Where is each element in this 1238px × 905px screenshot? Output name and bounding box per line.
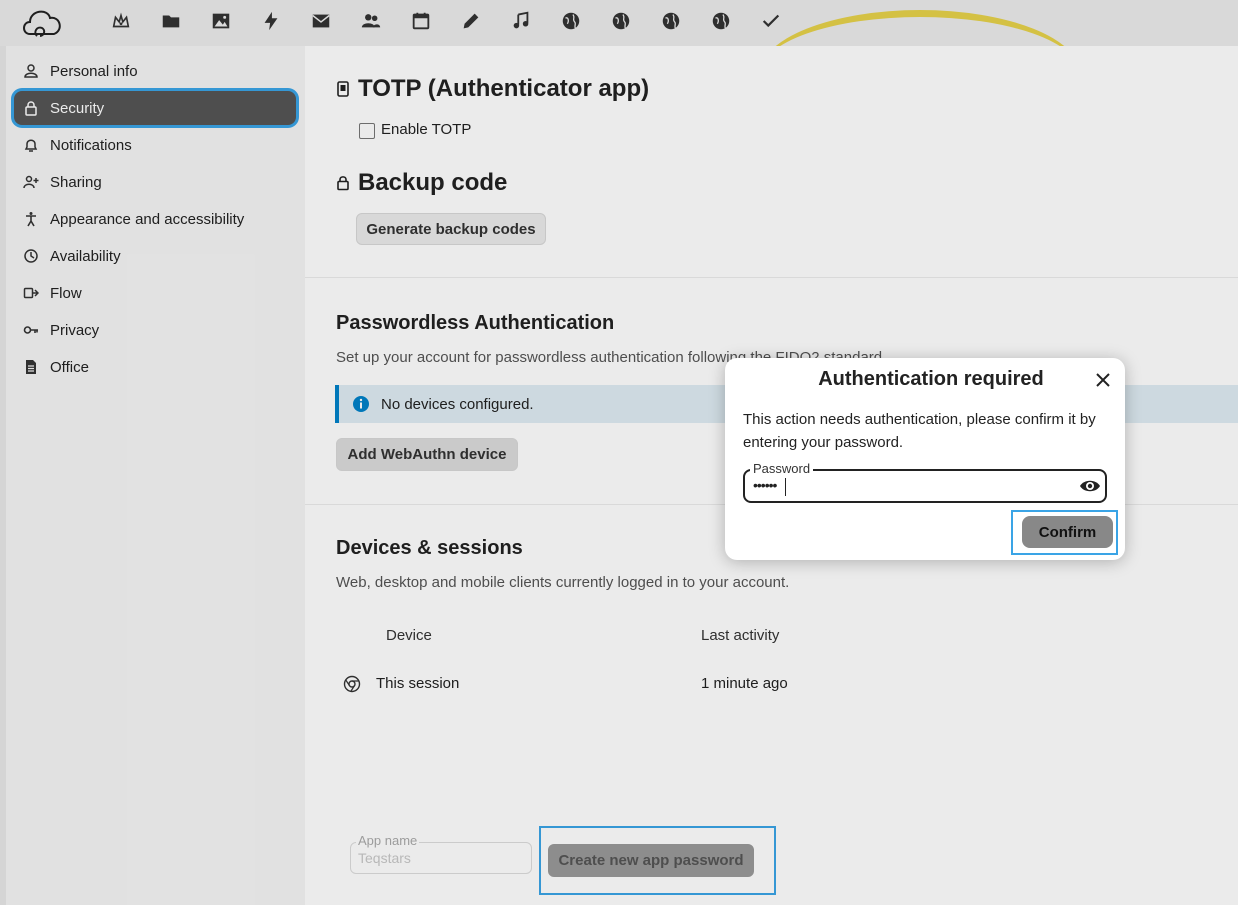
close-icon[interactable] bbox=[1093, 370, 1113, 390]
password-value: •••••• bbox=[753, 477, 777, 493]
show-password-eye-icon[interactable] bbox=[1079, 477, 1101, 495]
dialog-title: Authentication required bbox=[818, 368, 1044, 390]
confirm-button[interactable]: Confirm bbox=[1022, 516, 1113, 548]
text-caret bbox=[785, 478, 786, 496]
password-label: Password bbox=[750, 461, 814, 476]
authentication-dialog: Authentication required This action need… bbox=[725, 358, 1125, 560]
dialog-message: This action needs authentication, please… bbox=[743, 411, 1096, 451]
